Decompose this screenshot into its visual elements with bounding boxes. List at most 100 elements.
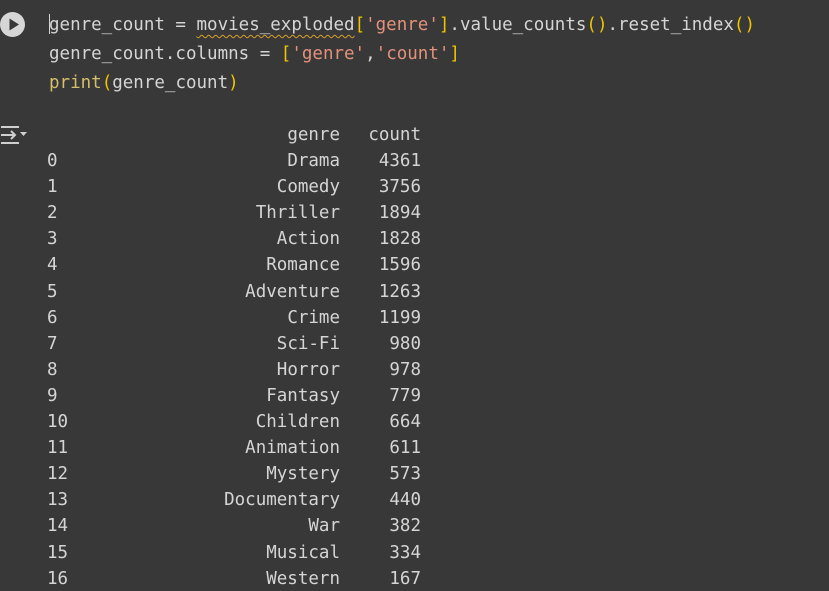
genre-cell: Romance: [266, 255, 340, 276]
code-line[interactable]: print(genre_count): [49, 69, 755, 98]
genre-cell: Horror: [276, 359, 340, 380]
genre-cell: Musical: [266, 542, 340, 563]
genre-cell: Sci-Fi: [276, 333, 340, 354]
genre-cell: Mystery: [266, 464, 340, 485]
count-cell: 573: [389, 464, 421, 485]
count-header: count: [368, 125, 421, 145]
genre-cell: War: [308, 516, 340, 537]
code-token: ]: [438, 15, 450, 35]
count-cell: 440: [389, 490, 421, 511]
run-cell-button[interactable]: [0, 12, 25, 37]
count-cell: 978: [389, 359, 421, 380]
row-index: 9: [47, 385, 58, 406]
row-index: 13: [47, 490, 69, 511]
code-token: ): [228, 73, 239, 93]
row-index: 14: [47, 516, 69, 537]
code-token: print: [49, 73, 102, 93]
row-index: 6: [47, 307, 58, 328]
count-cell: 1263: [378, 281, 421, 302]
table-row: 7 Sci-Fi 980: [40, 331, 421, 357]
index-header: [40, 122, 103, 148]
row-index: 1: [47, 177, 58, 198]
code-token: 'genre': [365, 15, 439, 35]
row-index: 5: [47, 281, 58, 302]
row-index: 12: [47, 464, 69, 485]
output-collapse-icon[interactable]: [0, 124, 30, 148]
genre-cell: Western: [266, 568, 340, 589]
table-row: 15 Musical 334: [40, 540, 421, 566]
genre-cell: Drama: [287, 151, 340, 172]
table-row: 14 War 382: [40, 513, 421, 539]
genre-cell: Crime: [287, 307, 340, 328]
table-row: 2 Thriller 1894: [40, 200, 421, 226]
count-cell: 980: [389, 333, 421, 354]
row-index: 0: [47, 151, 58, 172]
count-cell: 4361: [378, 151, 421, 172]
row-index: 3: [47, 229, 58, 250]
row-index: 11: [47, 438, 69, 459]
count-cell: 779: [389, 385, 421, 406]
row-index: 16: [47, 568, 69, 589]
code-token: 'genre': [291, 44, 366, 64]
genre-cell: Comedy: [276, 177, 340, 198]
code-token: .reset_index: [607, 15, 734, 35]
code-line[interactable]: genre_count.columns = ['genre','count']: [49, 40, 755, 69]
table-row: 11 Animation 611: [40, 435, 421, 461]
count-cell: 1828: [378, 229, 421, 250]
code-token: ): [744, 15, 756, 35]
table-row: 4 Romance 1596: [40, 252, 421, 278]
table-row: 3 Action 1828: [40, 226, 421, 252]
genre-cell: Adventure: [245, 281, 340, 302]
dataframe-output: genre count 0 Drama 4361 1 Comedy 3756 2 Thrill…: [40, 122, 421, 591]
table-row: 16 Western 167: [40, 566, 421, 591]
code-line[interactable]: genre_count = movies_exploded['genre'].v…: [49, 11, 755, 40]
code-token: ): [596, 15, 608, 35]
row-index: 7: [47, 333, 58, 354]
genre-cell: Animation: [245, 438, 340, 459]
code-token: (: [733, 15, 745, 35]
table-row: 13 Documentary 440: [40, 487, 421, 513]
row-index: 15: [47, 542, 69, 563]
genre-cell: Children: [255, 412, 340, 433]
table-row: 8 Horror 978: [40, 357, 421, 383]
code-token: 'count': [375, 44, 450, 64]
count-cell: 664: [389, 412, 421, 433]
count-cell: 1596: [378, 255, 421, 276]
row-index: 2: [47, 203, 58, 224]
count-cell: 1894: [378, 203, 421, 224]
genre-cell: Fantasy: [266, 385, 340, 406]
count-cell: 3756: [378, 177, 421, 198]
code-token: genre_count: [112, 73, 229, 93]
table-row: 5 Adventure 1263: [40, 279, 421, 305]
count-cell: 382: [389, 516, 421, 537]
code-token: (: [586, 15, 597, 35]
genre-cell: Thriller: [255, 203, 340, 224]
play-icon: [9, 18, 19, 31]
table-row: 6 Crime 1199: [40, 305, 421, 331]
table-row: 12 Mystery 573: [40, 461, 421, 487]
code-token: [: [280, 44, 292, 64]
table-row: 1 Comedy 3756: [40, 174, 421, 200]
table-row: 9 Fantasy 779: [40, 383, 421, 409]
table-row: 10 Children 664: [40, 409, 421, 435]
row-index: 10: [47, 412, 69, 433]
code-token: genre_count.columns =: [49, 44, 281, 64]
code-token: ,: [365, 44, 376, 64]
code-editor[interactable]: genre_count = movies_exploded['genre'].v…: [49, 11, 755, 98]
count-cell: 611: [389, 438, 421, 459]
code-token: movies_exploded: [196, 15, 355, 35]
row-index: 8: [47, 359, 58, 380]
count-cell: 1199: [378, 307, 421, 328]
genre-cell: Documentary: [224, 490, 340, 511]
row-index: 4: [47, 255, 58, 276]
count-cell: 167: [389, 568, 421, 589]
genre-cell: Action: [276, 229, 340, 250]
code-token: .value_counts: [449, 15, 587, 35]
code-token: ]: [449, 44, 460, 64]
count-cell: 334: [389, 542, 421, 563]
code-token: [: [354, 15, 366, 35]
code-token: (: [101, 73, 113, 93]
table-header-row: genre count: [40, 122, 421, 148]
code-token: genre_count =: [49, 15, 197, 35]
genre-header: genre: [287, 125, 340, 145]
